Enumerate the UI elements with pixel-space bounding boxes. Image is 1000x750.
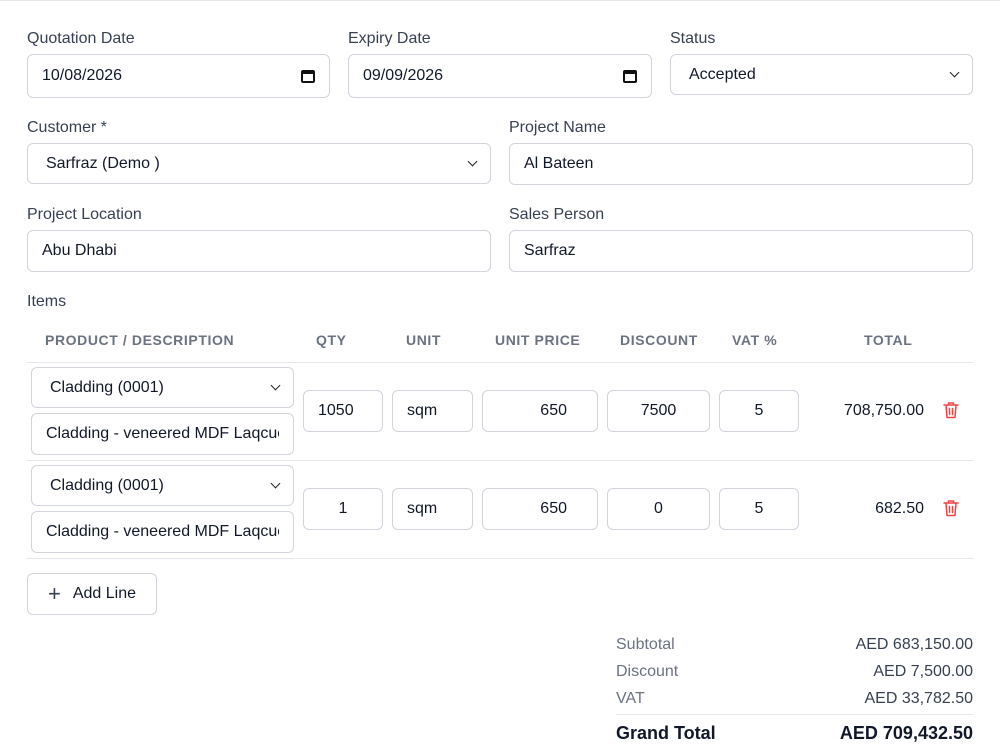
- trash-icon[interactable]: [943, 401, 959, 419]
- unit-value: sqm: [407, 402, 438, 419]
- vat-value: 5: [754, 500, 764, 517]
- unit-value: sqm: [407, 500, 438, 517]
- project-name-input[interactable]: Al Bateen: [509, 143, 973, 185]
- unit-price-input[interactable]: 650: [482, 488, 598, 530]
- product-value: Cladding (0001): [50, 476, 164, 494]
- quotation-date-input[interactable]: 10/08/2026: [27, 54, 330, 98]
- project-location-label: Project Location: [27, 206, 142, 223]
- discount-input[interactable]: 7500: [607, 390, 710, 432]
- project-location-input[interactable]: Abu Dhabi: [27, 230, 491, 272]
- vat-label: VAT: [616, 690, 645, 707]
- customer-value: Sarfraz (Demo ): [46, 154, 160, 172]
- status-label: Status: [670, 30, 716, 47]
- discount-value: AED 7,500.00: [873, 663, 973, 680]
- grand-total-value: AED 709,432.50: [839, 723, 973, 743]
- unit-input[interactable]: sqm: [392, 390, 473, 432]
- column-header-discount: DISCOUNT: [620, 332, 698, 348]
- qty-input[interactable]: 1: [303, 488, 383, 530]
- chevron-down-icon: [270, 380, 281, 391]
- chevron-down-icon: [467, 156, 478, 167]
- quotation-date-label: Quotation Date: [27, 30, 135, 47]
- customer-select[interactable]: Sarfraz (Demo ): [27, 143, 491, 184]
- project-location-value: Abu Dhabi: [42, 242, 117, 259]
- plus-icon: +: [48, 581, 61, 606]
- calendar-icon[interactable]: [301, 69, 315, 83]
- unit-price-value: 650: [540, 402, 567, 419]
- discount-value: 0: [654, 500, 663, 517]
- description-input[interactable]: Cladding - veneered MDF Laqcuer: [31, 511, 294, 553]
- column-header-unit: UNIT: [406, 332, 442, 348]
- unit-price-value: 650: [540, 500, 567, 517]
- sales-person-input[interactable]: Sarfraz: [509, 230, 973, 272]
- trash-icon[interactable]: [943, 499, 959, 517]
- expiry-date-value: 09/09/2026: [363, 67, 444, 84]
- sales-person-value: Sarfraz: [524, 242, 576, 259]
- unit-price-input[interactable]: 650: [482, 390, 598, 432]
- summary-divider: [616, 714, 973, 715]
- project-name-label: Project Name: [509, 119, 606, 136]
- description-input[interactable]: Cladding - veneered MDF Laqcuer: [31, 413, 294, 455]
- vat-total-value: AED 33,782.50: [864, 690, 973, 707]
- table-divider: [27, 460, 973, 461]
- subtotal-value: AED 683,150.00: [855, 636, 973, 653]
- chevron-down-icon: [949, 67, 960, 78]
- column-header-unit-price: UNIT PRICE: [495, 332, 581, 348]
- qty-value: 1050: [318, 402, 354, 419]
- grand-total-label: Grand Total: [616, 723, 716, 743]
- items-section-label: Items: [27, 293, 67, 310]
- add-line-button[interactable]: + Add Line: [27, 573, 157, 615]
- calendar-icon[interactable]: [623, 69, 637, 83]
- vat-input[interactable]: 5: [719, 488, 799, 530]
- product-value: Cladding (0001): [50, 378, 164, 396]
- discount-label: Discount: [616, 663, 679, 680]
- discount-value: 7500: [640, 402, 677, 419]
- product-select[interactable]: Cladding (0001): [31, 465, 294, 506]
- vat-value: 5: [754, 402, 764, 419]
- column-header-product: PRODUCT / DESCRIPTION: [45, 332, 235, 348]
- expiry-date-label: Expiry Date: [348, 30, 431, 47]
- expiry-date-input[interactable]: 09/09/2026: [348, 54, 652, 98]
- chevron-down-icon: [270, 478, 281, 489]
- product-select[interactable]: Cladding (0001): [31, 367, 294, 408]
- row-total: 708,750.00: [843, 402, 924, 419]
- column-header-vat: VAT %: [732, 332, 778, 348]
- quotation-date-value: 10/08/2026: [42, 67, 123, 84]
- description-value: Cladding - veneered MDF Laqcuer: [46, 523, 279, 540]
- row-total: 682.50: [875, 500, 924, 517]
- subtotal-label: Subtotal: [616, 636, 675, 653]
- status-value: Accepted: [689, 65, 756, 83]
- sales-person-label: Sales Person: [509, 206, 605, 223]
- top-divider: [0, 0, 1000, 1]
- table-divider: [27, 362, 973, 363]
- table-divider: [27, 558, 973, 559]
- status-select[interactable]: Accepted: [670, 54, 973, 95]
- unit-input[interactable]: sqm: [392, 488, 473, 530]
- project-name-value: Al Bateen: [524, 155, 594, 172]
- customer-label: Customer *: [27, 119, 108, 136]
- qty-value: 1: [338, 500, 348, 517]
- description-value: Cladding - veneered MDF Laqcuer: [46, 425, 279, 442]
- column-header-total: TOTAL: [864, 332, 913, 348]
- column-header-qty: QTY: [316, 332, 347, 348]
- qty-input[interactable]: 1050: [303, 390, 383, 432]
- add-line-label: Add Line: [72, 585, 137, 602]
- discount-input[interactable]: 0: [607, 488, 710, 530]
- vat-input[interactable]: 5: [719, 390, 799, 432]
